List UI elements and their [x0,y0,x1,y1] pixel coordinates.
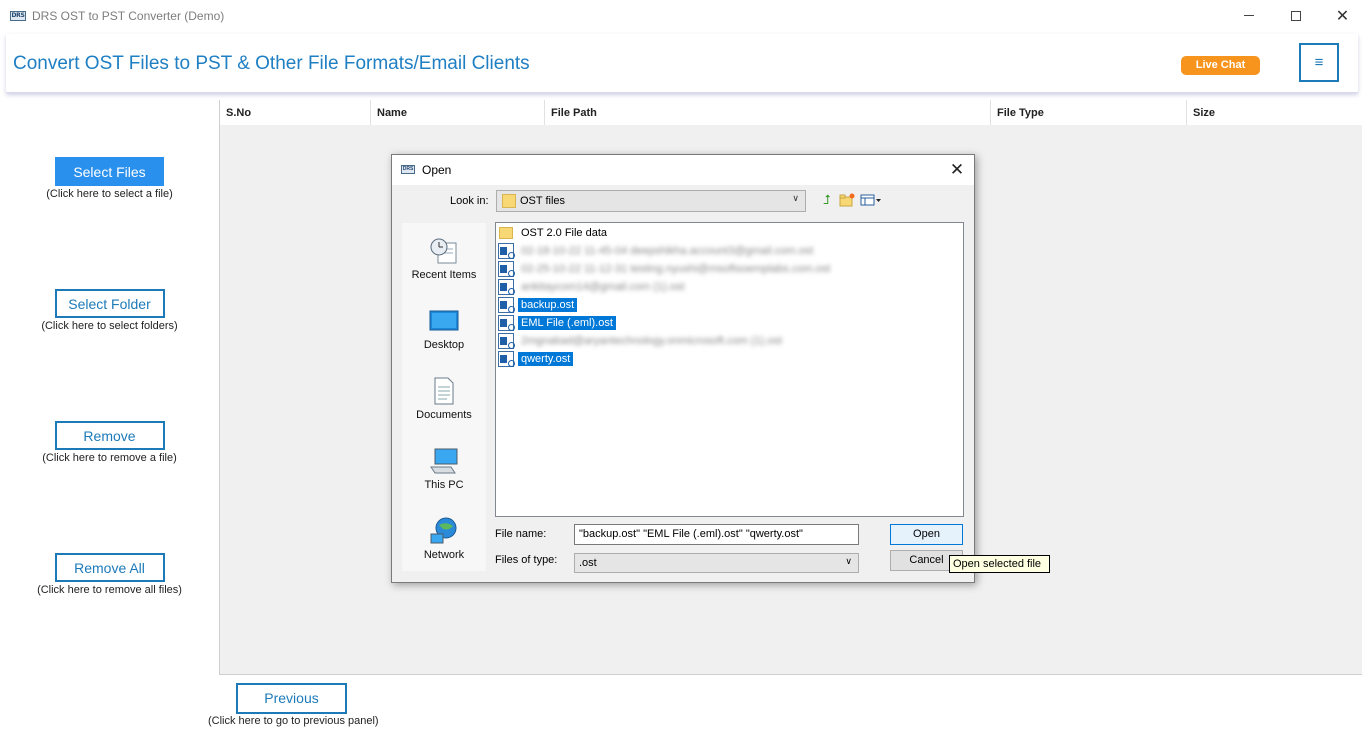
ost-file-icon [498,333,515,349]
ost-file-icon [498,315,515,331]
dialog-close-button[interactable]: ✕ [945,158,969,182]
place-label: Desktop [423,339,465,351]
ost-file-icon [498,279,515,295]
new-folder-icon[interactable] [838,193,856,209]
minimize-button[interactable] [1225,0,1272,31]
list-item[interactable]: 2mgnabad@aryantechnology.onmicrosoft.com… [498,332,785,350]
ost-file-icon [498,351,515,367]
maximize-icon [1290,10,1301,21]
window-controls: ✕ [1225,0,1366,31]
list-item[interactable]: 02-25-10-22 11-12-31 testing.nyushi@msof… [498,260,833,278]
select-files-hint: (Click here to select a file) [46,188,173,200]
recent-items-icon [429,237,459,265]
place-desktop[interactable]: Desktop [402,307,486,351]
column-header-size[interactable]: Size [1187,100,1363,125]
chevron-down-icon: ∨ [792,194,799,204]
select-files-group: Select Files (Click here to select a fil… [0,157,219,200]
this-pc-icon [429,447,459,475]
file-name: OST 2.0 File data [521,227,608,239]
list-item[interactable]: OST 2.0 File data [498,224,610,242]
dialog-title-bar: DRS Open ✕ [392,155,974,185]
chevron-down-icon: ∨ [845,557,852,567]
file-name: qwerty.ost [518,352,574,366]
select-folder-group: Select Folder (Click here to select fold… [0,289,219,332]
file-name-input[interactable]: "backup.ost" "EML File (.eml).ost" "qwer… [574,524,859,545]
title-bar: DRS DRS OST to PST Converter (Demo) ✕ [0,0,1366,31]
list-item[interactable]: qwerty.ost [498,350,574,368]
footer: Previous (Click here to go to previous p… [0,675,1366,737]
select-files-button[interactable]: Select Files [55,157,164,186]
minimize-icon [1243,15,1254,16]
list-item[interactable]: backup.ost [498,296,578,314]
window-title: DRS OST to PST Converter (Demo) [32,8,225,23]
look-in-value: OST files [520,195,566,207]
desktop-icon [429,307,459,335]
file-name: 02-18-10-22 11-45-04 deepshikha.account3… [521,245,814,257]
place-label: Documents [416,409,472,421]
remove-group: Remove (Click here to remove a file) [0,421,219,464]
folder-icon [502,194,516,208]
dialog-title: Open [422,163,452,177]
list-item[interactable]: EML File (.eml).ost [498,314,616,332]
menu-button[interactable]: ≡ [1299,43,1339,82]
previous-button[interactable]: Previous [236,683,347,714]
app-logo-icon: DRS [10,10,26,21]
file-name: 2mgnabad@aryantechnology.onmicrosoft.com… [521,335,783,347]
remove-all-group: Remove All (Click here to remove all fil… [0,553,219,596]
file-type-label: Files of type: [495,554,558,566]
file-name-label: File name: [495,528,547,540]
list-item[interactable]: 02-18-10-22 11-45-04 deepshikha.account3… [498,242,816,260]
live-chat-button[interactable]: Live Chat [1181,56,1260,75]
column-header-file-type[interactable]: File Type [991,100,1187,125]
remove-hint: (Click here to remove a file) [42,452,177,464]
folder-icon [499,227,513,239]
file-type-value: .ost [579,557,597,569]
dialog-logo-icon: DRS [401,165,415,174]
view-menu-icon[interactable] [859,193,883,209]
network-icon [429,517,459,545]
column-header-name[interactable]: Name [371,100,545,125]
open-tooltip: Open selected file [949,555,1050,573]
place-this-pc[interactable]: This PC [402,447,486,491]
open-button[interactable]: Open [890,524,963,545]
select-folder-hint: (Click here to select folders) [41,320,178,332]
column-header-file-path[interactable]: File Path [545,100,991,125]
ost-file-icon [498,297,515,313]
look-in-label: Look in: [450,195,489,207]
previous-hint: (Click here to go to previous panel) [208,715,379,727]
file-name: ankitaycom14@gmail.com (1).ost [521,281,685,293]
list-item[interactable]: ankitaycom14@gmail.com (1).ost [498,278,687,296]
file-name: 02-25-10-22 11-12-31 testing.nyushi@msof… [521,263,831,275]
documents-icon [429,377,459,405]
file-list[interactable]: OST 2.0 File data 02-18-10-22 11-45-04 d… [495,222,964,517]
maximize-button[interactable] [1272,0,1319,31]
open-file-dialog: DRS Open ✕ Look in: OST files ∨ ⮥ Recent… [391,154,975,583]
place-label: Recent Items [411,269,477,281]
page-title: Convert OST Files to PST & Other File Fo… [13,53,530,74]
close-icon: ✕ [949,160,965,180]
place-label: Network [423,549,465,561]
place-network[interactable]: Network [402,517,486,561]
ost-file-icon [498,261,515,277]
close-button[interactable]: ✕ [1319,0,1366,31]
ost-file-icon [498,243,515,259]
file-name: EML File (.eml).ost [518,316,616,330]
file-name: backup.ost [518,298,578,312]
place-recent-items[interactable]: Recent Items [402,237,486,281]
places-bar: Recent Items Desktop Documents This PC N… [402,223,486,571]
place-label: This PC [424,479,464,491]
remove-button[interactable]: Remove [54,421,165,450]
left-panel: Select Files (Click here to select a fil… [0,100,219,674]
look-in-dropdown[interactable]: OST files ∨ [496,190,806,212]
file-type-dropdown[interactable]: .ost ∨ [574,553,859,573]
close-icon: ✕ [1335,6,1350,25]
table-header: S.No Name File Path File Type Size [220,100,1363,125]
remove-all-hint: (Click here to remove all files) [37,584,182,596]
remove-all-button[interactable]: Remove All [54,553,165,582]
place-documents[interactable]: Documents [402,377,486,421]
up-one-level-icon[interactable]: ⮥ [818,193,836,209]
column-header-sno[interactable]: S.No [220,100,371,125]
app-header: Convert OST Files to PST & Other File Fo… [6,34,1358,93]
select-folder-button[interactable]: Select Folder [54,289,165,318]
